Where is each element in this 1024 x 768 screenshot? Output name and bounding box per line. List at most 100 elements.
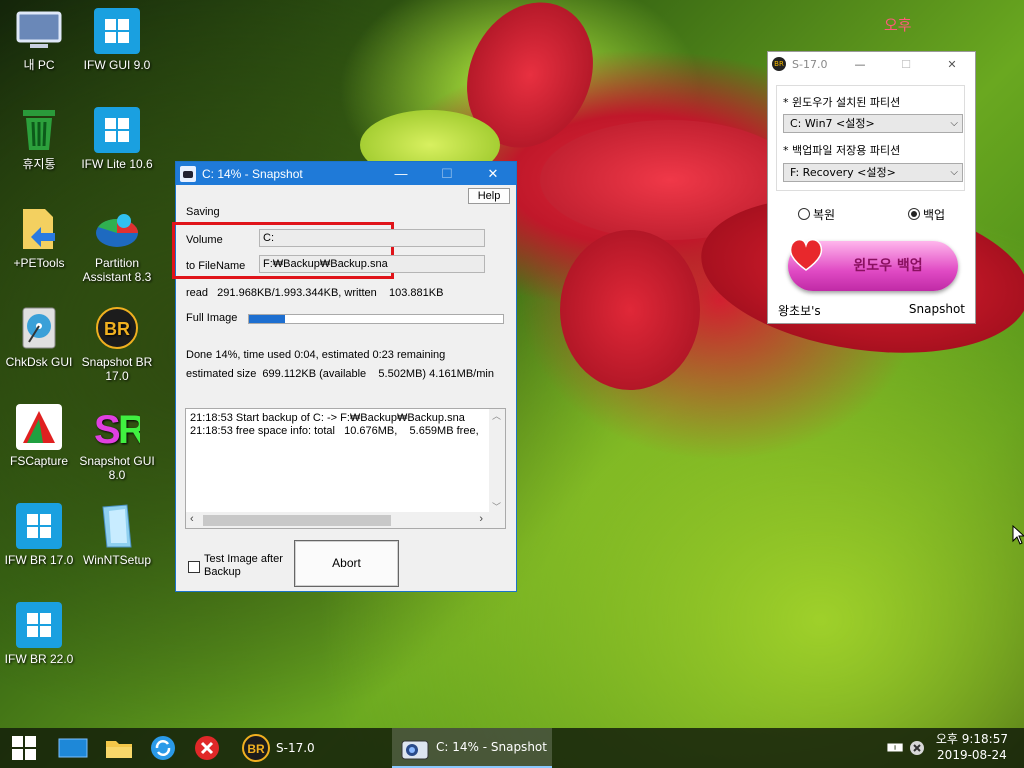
- windows-tile-icon: [16, 503, 62, 549]
- s17-title-bar[interactable]: BR S-17.0 — ☐ ✕: [768, 52, 975, 76]
- close-button[interactable]: ✕: [929, 58, 975, 71]
- network-disconnected-icon: [910, 741, 924, 755]
- footer-snapshot: Snapshot: [908, 302, 965, 316]
- desktop-icon-ifw-gui[interactable]: IFW GUI 9.0: [75, 8, 159, 72]
- taskbar-app-snapshot[interactable]: C: 14% - Snapshot: [392, 728, 552, 768]
- desktop-icon-ifw-br-17[interactable]: IFW BR 17.0: [0, 503, 81, 567]
- windows-partition-select[interactable]: C: Win7 <설정> ⌵: [783, 114, 963, 133]
- log-horizontal-scrollbar[interactable]: ‹ ›: [186, 512, 505, 528]
- taskbar-clock[interactable]: 오후 9:18:57 2019-08-24: [936, 731, 1008, 763]
- scroll-left-icon[interactable]: ‹: [190, 513, 194, 525]
- backup-radio[interactable]: [908, 208, 920, 220]
- taskbar-desktop-button[interactable]: [50, 728, 96, 768]
- desktop-icon-label: 휴지통: [22, 157, 56, 171]
- log-box[interactable]: 21:18:53 Start backup of C: -> F:₩Backup…: [185, 408, 506, 529]
- taskbar: BR S-17.0 C: 14% - Snapshot 🀰 오후 9:18:57…: [0, 728, 1024, 768]
- svg-text:BR: BR: [247, 742, 265, 756]
- folder-icon: [106, 741, 132, 758]
- read-written-text: read 291.968KB/1.993.344KB, written 103.…: [186, 287, 444, 299]
- windows-partition-label: * 윈도우가 설치된 파티션: [783, 96, 901, 109]
- start-button[interactable]: [0, 728, 48, 768]
- desktop-icon-my-pc[interactable]: 내 PC: [0, 8, 81, 72]
- desktop-icon-ifw-br-22[interactable]: IFW BR 22.0: [0, 602, 81, 666]
- taskbar-refresh-button[interactable]: [142, 728, 184, 768]
- br-badge-icon: BR: [242, 734, 270, 762]
- br-badge-icon: BR: [94, 305, 140, 351]
- log-scroll-thumb[interactable]: [203, 515, 391, 526]
- desktop-icon-chkdsk[interactable]: ChkDsk GUI: [0, 305, 81, 369]
- backup-partition-label: * 백업파일 저장용 파티션: [783, 144, 901, 157]
- snapshot-title-bar[interactable]: C: 14% - Snapshot — ☐ ✕: [176, 162, 516, 185]
- partition-group: * 윈도우가 설치된 파티션 C: Win7 <설정> ⌵ * 백업파일 저장용…: [776, 85, 965, 191]
- restore-radio[interactable]: [798, 208, 810, 220]
- heart-icon: [789, 238, 823, 271]
- desktop-icon-label: Partition Assistant 8.3: [82, 256, 152, 284]
- br-badge-icon: BR: [772, 57, 786, 71]
- minimize-button[interactable]: —: [837, 58, 883, 71]
- maximize-button[interactable]: ☐: [883, 58, 929, 71]
- recycle-bin-icon: [16, 107, 62, 153]
- log-line: 21:18:53 free space info: total 10.676MB…: [190, 425, 479, 437]
- tray-keyboard-button[interactable]: 🀰: [884, 728, 906, 768]
- maximize-button[interactable]: ☐: [424, 166, 470, 182]
- scroll-up-icon[interactable]: ︿: [492, 409, 501, 422]
- desktop-icon-label: IFW BR 17.0: [4, 553, 74, 567]
- monitor-icon: [16, 8, 62, 54]
- scroll-right-icon[interactable]: ›: [479, 513, 483, 525]
- mouse-cursor-icon: [1012, 525, 1024, 545]
- snapshot-window-title: C: 14% - Snapshot: [202, 166, 303, 181]
- taskbar-app-label: S-17.0: [276, 741, 315, 755]
- test-image-label: Test Image after: [204, 553, 283, 565]
- estimated-size-text: estimated size 699.112KB (available 5.50…: [186, 368, 494, 380]
- minimize-button[interactable]: —: [378, 166, 424, 182]
- volume-label: Volume: [186, 234, 223, 246]
- windows-tile-icon: [16, 602, 62, 648]
- taskbar-close-button[interactable]: [186, 728, 228, 768]
- desktop-icon-snapshot-br[interactable]: BR Snapshot BR 17.0: [75, 305, 159, 383]
- backup-progress-bar: [248, 314, 504, 324]
- desktop-icon-recycle-bin[interactable]: 휴지통: [0, 107, 81, 171]
- test-image-label-line2: Backup: [204, 566, 241, 578]
- backup-partition-value: F: Recovery <설정>: [790, 166, 896, 179]
- s17-window-title: S-17.0: [792, 57, 828, 71]
- test-image-checkbox[interactable]: [188, 561, 200, 573]
- close-button[interactable]: ✕: [470, 166, 516, 182]
- desktop-icon-label: Snapshot GUI 8.0: [79, 454, 155, 482]
- sr-icon: SR: [94, 404, 140, 450]
- desktop-icon-label: IFW Lite 10.6: [81, 157, 153, 171]
- red-x-icon: [195, 736, 219, 760]
- progress-fill: [249, 315, 285, 323]
- desktop-icon-partition-assistant[interactable]: Partition Assistant 8.3: [75, 206, 159, 284]
- taskbar-explorer-button[interactable]: [96, 728, 142, 768]
- partition-icon: [94, 206, 140, 252]
- done-status-text: Done 14%, time used 0:04, estimated 0:23…: [186, 349, 446, 361]
- desktop-icon-winntsetup[interactable]: WinNTSetup: [75, 503, 159, 567]
- taskbar-app-s17[interactable]: BR S-17.0: [234, 728, 386, 768]
- clock-time: 오후 9:18:57: [935, 732, 1008, 746]
- desktop-icon-fscapture[interactable]: FSCapture: [0, 404, 81, 468]
- widget-time-label: 오후: [884, 16, 912, 34]
- tray-network-button[interactable]: [906, 728, 928, 768]
- log-vertical-scrollbar[interactable]: ︿ ﹀: [489, 409, 505, 513]
- footer-author: 왕초보's: [778, 304, 821, 318]
- backup-partition-select[interactable]: F: Recovery <설정> ⌵: [783, 163, 963, 182]
- volume-field[interactable]: C:: [259, 229, 485, 247]
- help-button[interactable]: Help: [468, 188, 510, 204]
- windows-tile-icon: [94, 107, 140, 153]
- restore-label: 복원: [813, 208, 836, 222]
- flower-petal: [560, 230, 700, 390]
- desktop-icon: [58, 738, 88, 758]
- desktop-icon-ifw-lite[interactable]: IFW Lite 10.6: [75, 107, 159, 171]
- desktop-icon-snapshot-gui[interactable]: SR Snapshot GUI 8.0: [75, 404, 159, 482]
- s17-window: BR S-17.0 — ☐ ✕ * 윈도우가 설치된 파티션 C: Win7 <…: [767, 51, 976, 324]
- desktop-icon-label: ChkDsk GUI: [5, 355, 73, 369]
- desktop-icon-label: WinNTSetup: [82, 553, 152, 567]
- filename-field[interactable]: F:₩Backup₩Backup.sna: [259, 255, 485, 273]
- desktop-icon-label: IFW BR 22.0: [4, 652, 74, 666]
- svg-text:S: S: [94, 408, 121, 449]
- abort-button[interactable]: Abort: [294, 540, 399, 587]
- log-line: 21:18:53 Start backup of C: -> F:₩Backup…: [190, 412, 465, 424]
- taskbar-app-label: C: 14% - Snapshot: [436, 740, 547, 754]
- desktop-icon-petools[interactable]: +PETools: [0, 206, 81, 270]
- fscapture-icon: [16, 404, 62, 450]
